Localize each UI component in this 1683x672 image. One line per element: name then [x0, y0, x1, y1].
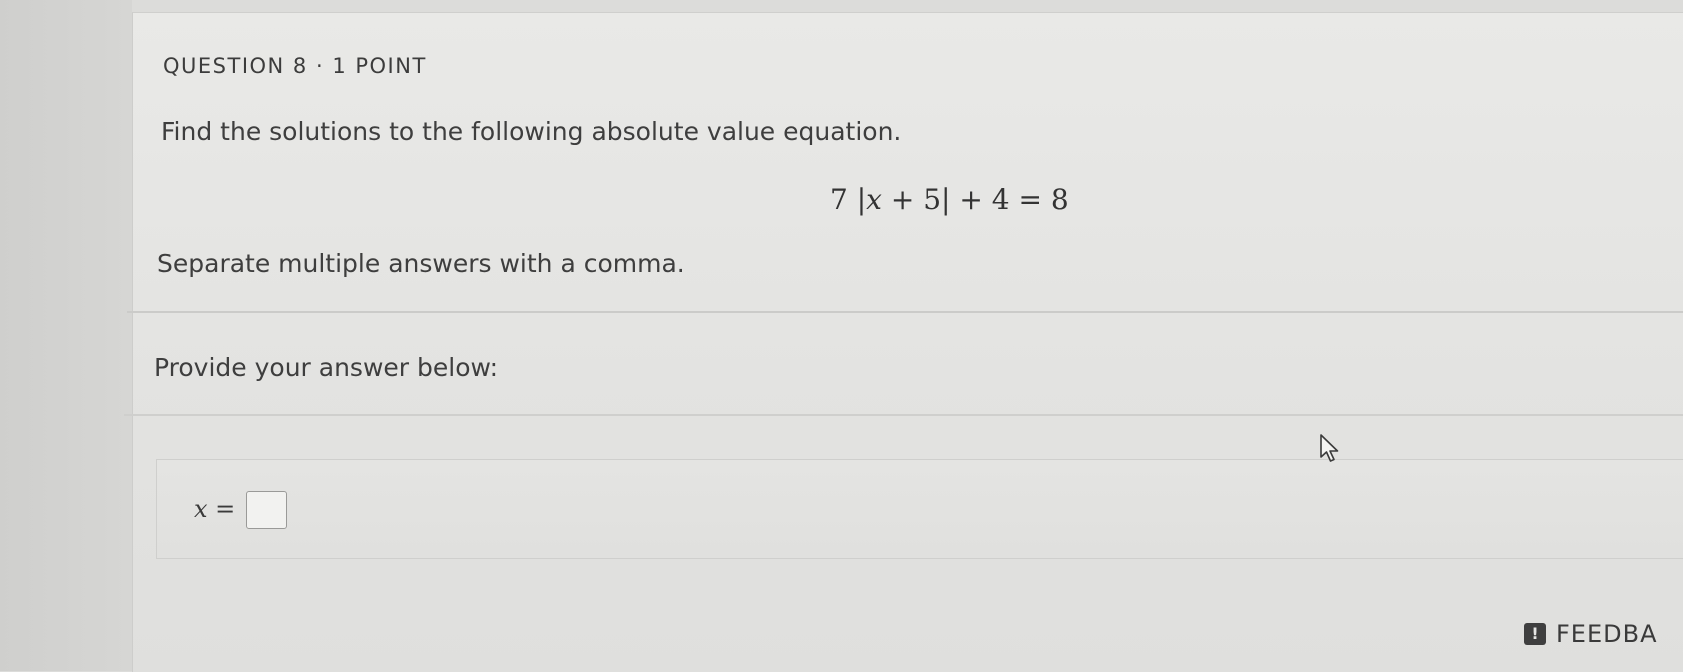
- answer-input[interactable]: [246, 491, 287, 529]
- question-card: [132, 12, 1683, 672]
- feedback-button[interactable]: ! FEEDBA: [1524, 620, 1658, 648]
- answer-heading: Provide your answer below:: [154, 353, 498, 382]
- equation-rest: + 4 = 8: [950, 183, 1069, 216]
- section-divider: [127, 311, 1683, 313]
- answer-area: [156, 459, 1683, 559]
- answer-instruction: Separate multiple answers with a comma.: [157, 249, 685, 278]
- exclamation-icon: !: [1524, 623, 1546, 645]
- equation-bar-open: |: [856, 183, 867, 216]
- page-backdrop: [0, 0, 132, 671]
- section-divider: [124, 414, 1683, 416]
- equation-variable: x: [866, 183, 882, 216]
- answer-equals: =: [207, 495, 236, 523]
- equation-coefficient: 7: [830, 183, 848, 216]
- equation-inner: + 5: [881, 183, 942, 216]
- mouse-pointer-icon: [1320, 434, 1339, 462]
- equation: 7 |x + 5| + 4 = 8: [830, 183, 1069, 216]
- answer-expression: x =: [194, 495, 235, 523]
- question-prompt: Find the solutions to the following abso…: [161, 117, 902, 146]
- question-label: QUESTION 8 · 1 POINT: [163, 54, 427, 78]
- feedback-label: FEEDBA: [1556, 620, 1658, 648]
- answer-variable: x: [194, 495, 208, 523]
